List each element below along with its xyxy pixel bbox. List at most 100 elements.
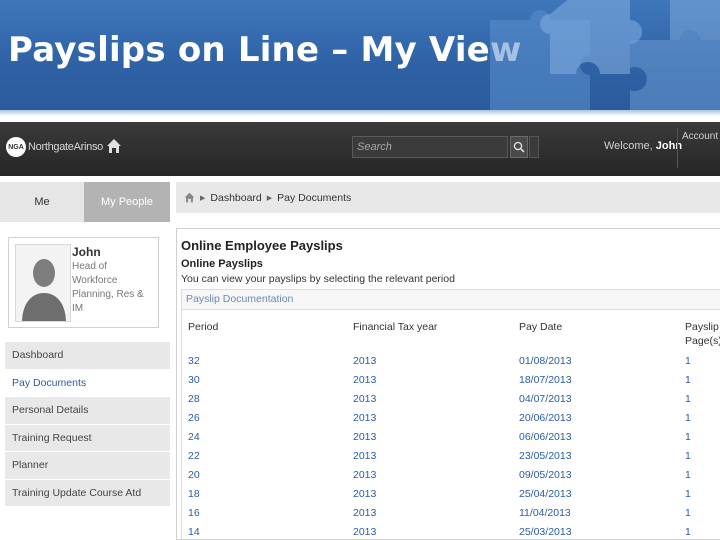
slide-banner: Payslips on Line – My View	[0, 0, 720, 110]
profile-role: Head of Workforce Planning, Res & IM	[72, 261, 144, 314]
cell-pay-date: 09/05/2013	[519, 469, 572, 481]
sidebar-nav: Dashboard Pay Documents Personal Details…	[5, 342, 170, 507]
sidebar-item-pay-documents[interactable]: Pay Documents	[5, 369, 170, 397]
cell-tax-year: 2013	[353, 355, 377, 367]
section-title: Online Payslips	[181, 258, 263, 270]
cell-pay-date: 25/04/2013	[519, 488, 572, 500]
breadcrumb-separator-icon: ▶	[200, 194, 206, 202]
payslip-table: Period Financial Tax year Pay Date Paysl…	[181, 309, 720, 540]
section-hint: You can view your payslips by selecting …	[181, 273, 455, 285]
cell-pages[interactable]: 1	[685, 469, 691, 481]
table-row[interactable]: 16 2013 11/04/2013 1	[182, 504, 720, 523]
cell-pay-date: 06/06/2013	[519, 431, 572, 443]
cell-period[interactable]: 16	[188, 507, 200, 519]
table-row[interactable]: 14 2013 25/03/2013 1	[182, 523, 720, 540]
search-icon	[513, 141, 525, 153]
payslip-documentation-tab[interactable]: Payslip Documentation	[181, 289, 720, 309]
header-divider	[677, 128, 678, 168]
search-button[interactable]	[510, 136, 528, 158]
welcome-message: Welcome, John	[604, 140, 682, 152]
cell-pages[interactable]: 1	[685, 431, 691, 443]
cell-pages[interactable]: 1	[685, 507, 691, 519]
cell-pay-date: 20/06/2013	[519, 412, 572, 424]
cell-tax-year: 2013	[353, 431, 377, 443]
column-header-tax-year[interactable]: Financial Tax year	[353, 320, 437, 334]
column-header-pages[interactable]: Payslip Page(s)	[685, 320, 720, 348]
home-icon[interactable]	[106, 138, 122, 154]
breadcrumb-pay-documents[interactable]: Pay Documents	[277, 192, 351, 204]
table-row[interactable]: 18 2013 25/04/2013 1	[182, 485, 720, 504]
profile-name: John	[72, 245, 101, 259]
cell-period[interactable]: 22	[188, 450, 200, 462]
cell-pay-date: 01/08/2013	[519, 355, 572, 367]
tab-my-people[interactable]: My People	[84, 182, 170, 222]
logo-text: NorthgateArinso	[28, 141, 103, 153]
breadcrumb-dashboard[interactable]: Dashboard	[210, 192, 261, 204]
account-menu[interactable]: Account	[682, 131, 718, 142]
search-input[interactable]	[352, 136, 508, 158]
sidebar-item-planner[interactable]: Planner	[5, 452, 170, 480]
page-title: Online Employee Payslips	[181, 238, 343, 253]
cell-pages[interactable]: 1	[685, 374, 691, 386]
home-icon[interactable]	[184, 192, 195, 203]
welcome-name: John	[655, 140, 683, 152]
sidebar-item-training-update[interactable]: Training Update Course Atd	[5, 479, 170, 507]
main-content: Online Employee Payslips Online Payslips…	[176, 228, 720, 540]
cell-pay-date: 25/03/2013	[519, 526, 572, 538]
table-row[interactable]: 24 2013 06/06/2013 1	[182, 428, 720, 447]
table-row[interactable]: 28 2013 04/07/2013 1	[182, 390, 720, 409]
cell-period[interactable]: 18	[188, 488, 200, 500]
cell-pages[interactable]: 1	[685, 450, 691, 462]
cell-period[interactable]: 20	[188, 469, 200, 481]
cell-tax-year: 2013	[353, 412, 377, 424]
cell-pay-date: 18/07/2013	[519, 374, 572, 386]
tab-me[interactable]: Me	[0, 182, 84, 222]
sidebar-tabs: Me My People	[0, 182, 170, 222]
sidebar-item-training-request[interactable]: Training Request	[5, 424, 170, 452]
cell-pages[interactable]: 1	[685, 526, 691, 538]
sidebar-item-dashboard[interactable]: Dashboard	[5, 342, 170, 370]
slide-title: Payslips on Line – My View	[8, 30, 522, 70]
breadcrumb: ▶ Dashboard ▶ Pay Documents	[176, 182, 720, 213]
cell-pages[interactable]: 1	[685, 412, 691, 424]
cell-pay-date: 23/05/2013	[519, 450, 572, 462]
profile-card: John Head of Workforce Planning, Res & I…	[8, 237, 159, 328]
cell-tax-year: 2013	[353, 526, 377, 538]
banner-underline	[0, 110, 720, 116]
breadcrumb-separator-icon: ▶	[266, 194, 273, 202]
cell-pay-date: 11/04/2013	[519, 507, 571, 519]
cell-tax-year: 2013	[353, 393, 377, 405]
cell-tax-year: 2013	[353, 450, 377, 462]
cell-period[interactable]: 30	[188, 374, 200, 386]
cell-period[interactable]: 24	[188, 431, 200, 443]
cell-period[interactable]: 32	[188, 355, 200, 367]
column-header-pay-date[interactable]: Pay Date	[519, 320, 562, 334]
cell-tax-year: 2013	[353, 507, 377, 519]
table-row[interactable]: 22 2013 23/05/2013 1	[182, 447, 720, 466]
search-options-button[interactable]	[529, 136, 539, 158]
cell-pay-date: 04/07/2013	[519, 393, 572, 405]
cell-pages[interactable]: 1	[685, 488, 691, 500]
sidebar-item-personal-details[interactable]: Personal Details	[5, 397, 170, 425]
column-header-period[interactable]: Period	[188, 320, 218, 334]
cell-pages[interactable]: 1	[685, 355, 691, 367]
welcome-prefix: Welcome,	[604, 140, 653, 152]
logo-badge: NGA	[6, 137, 26, 157]
cell-tax-year: 2013	[353, 488, 377, 500]
northgate-logo[interactable]: NGA NorthgateArinso	[6, 136, 103, 158]
cell-period[interactable]: 28	[188, 393, 200, 405]
table-row[interactable]: 30 2013 18/07/2013 1	[182, 371, 720, 390]
table-row[interactable]: 20 2013 09/05/2013 1	[182, 466, 720, 485]
cell-pages[interactable]: 1	[685, 393, 691, 405]
sidebar: Me My People John Head of Workforce Plan…	[0, 182, 170, 540]
search-group	[352, 135, 540, 159]
app-header: NGA NorthgateArinso Welcome, John Accoun…	[0, 122, 720, 176]
cell-period[interactable]: 14	[188, 526, 200, 538]
cell-tax-year: 2013	[353, 469, 377, 481]
table-row[interactable]: 26 2013 20/06/2013 1	[182, 409, 720, 428]
table-row[interactable]: 32 2013 01/08/2013 1	[182, 352, 720, 371]
cell-tax-year: 2013	[353, 374, 377, 386]
avatar	[15, 244, 71, 322]
person-silhouette-icon	[16, 245, 70, 321]
cell-period[interactable]: 26	[188, 412, 200, 424]
